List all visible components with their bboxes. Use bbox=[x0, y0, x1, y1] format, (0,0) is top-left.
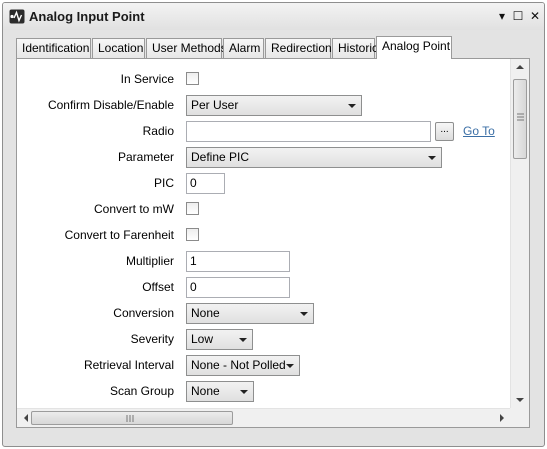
convert-to-mw-label: Convert to mW bbox=[93, 202, 174, 216]
scroll-down-icon[interactable] bbox=[516, 397, 524, 403]
dropdown-arrow-icon bbox=[300, 312, 308, 316]
analog-input-point-window: Analog Input Point ▾ ☐ ✕ Identification … bbox=[2, 2, 545, 447]
dropdown-arrow-icon bbox=[239, 338, 247, 342]
vertical-scroll-thumb[interactable] bbox=[513, 79, 527, 159]
parameter-label: Parameter bbox=[117, 150, 174, 164]
offset-input[interactable]: 0 bbox=[186, 277, 290, 298]
confirm-disable-enable-label: Confirm Disable/Enable bbox=[47, 98, 174, 112]
severity-select[interactable]: Low bbox=[186, 329, 253, 350]
scan-group-value: None bbox=[191, 384, 220, 398]
radio-browse-button[interactable]: ... bbox=[435, 122, 454, 141]
in-service-checkbox[interactable] bbox=[186, 72, 199, 85]
tab-redirection[interactable]: Redirection bbox=[265, 38, 332, 58]
app-icon bbox=[9, 9, 25, 24]
scroll-left-icon[interactable] bbox=[23, 414, 29, 422]
scroll-grip-icon bbox=[517, 113, 524, 121]
dropdown-arrow-icon bbox=[286, 364, 294, 368]
tab-user-methods[interactable]: User Methods bbox=[146, 38, 227, 58]
parameter-select[interactable]: Define PIC bbox=[186, 147, 442, 168]
maximize-icon[interactable]: ☐ bbox=[511, 8, 525, 24]
form-area: In Service Confirm Disable/Enable Per Us… bbox=[17, 59, 510, 408]
severity-value: Low bbox=[191, 332, 214, 346]
convert-to-farenheit-checkbox[interactable] bbox=[186, 228, 199, 241]
tab-identification[interactable]: Identification bbox=[16, 38, 91, 58]
retrieval-interval-value: None - Not Polled bbox=[191, 358, 286, 372]
radio-label: Radio bbox=[142, 124, 174, 138]
vertical-scrollbar[interactable] bbox=[510, 59, 529, 408]
confirm-disable-enable-value: Per User bbox=[191, 98, 239, 112]
tab-location[interactable]: Location bbox=[92, 38, 145, 58]
convert-to-farenheit-label: Convert to Farenheit bbox=[64, 228, 174, 242]
analog-point-panel: In Service Confirm Disable/Enable Per Us… bbox=[16, 58, 530, 428]
offset-label: Offset bbox=[142, 280, 174, 294]
close-icon[interactable]: ✕ bbox=[528, 8, 542, 24]
retrieval-interval-select[interactable]: None - Not Polled bbox=[186, 355, 300, 376]
title-bar[interactable]: Analog Input Point ▾ ☐ ✕ bbox=[3, 3, 544, 30]
scroll-corner bbox=[510, 408, 529, 427]
tab-historic[interactable]: Historic bbox=[332, 38, 378, 58]
scan-group-label: Scan Group bbox=[109, 384, 174, 398]
multiplier-input[interactable]: 1 bbox=[186, 251, 290, 272]
pic-label: PIC bbox=[153, 176, 174, 190]
confirm-disable-enable-select[interactable]: Per User bbox=[186, 95, 362, 116]
conversion-select[interactable]: None bbox=[186, 303, 314, 324]
dropdown-arrow-icon bbox=[348, 104, 356, 108]
scroll-up-icon[interactable] bbox=[516, 64, 524, 70]
tab-analog-point[interactable]: Analog Point bbox=[376, 36, 452, 59]
retrieval-interval-label: Retrieval Interval bbox=[83, 358, 174, 372]
multiplier-label: Multiplier bbox=[125, 254, 174, 268]
conversion-label: Conversion bbox=[113, 306, 174, 320]
horizontal-scroll-thumb[interactable] bbox=[31, 411, 233, 425]
severity-label: Severity bbox=[130, 332, 174, 346]
in-service-label: In Service bbox=[120, 72, 174, 86]
conversion-value: None bbox=[191, 306, 220, 320]
parameter-value: Define PIC bbox=[191, 150, 250, 164]
radio-input[interactable] bbox=[186, 121, 431, 142]
window-title: Analog Input Point bbox=[29, 9, 145, 24]
dropdown-arrow-icon bbox=[428, 156, 436, 160]
scroll-right-icon[interactable] bbox=[499, 414, 505, 422]
dropdown-arrow-icon bbox=[240, 390, 248, 394]
window-menu-icon[interactable]: ▾ bbox=[495, 8, 509, 24]
convert-to-mw-checkbox[interactable] bbox=[186, 202, 199, 215]
scan-group-select[interactable]: None bbox=[186, 381, 254, 402]
radio-goto-link[interactable]: Go To bbox=[463, 124, 495, 138]
scroll-grip-icon bbox=[126, 415, 134, 422]
horizontal-scrollbar[interactable] bbox=[17, 408, 510, 427]
tab-alarm[interactable]: Alarm bbox=[223, 38, 264, 58]
pic-input[interactable]: 0 bbox=[186, 173, 225, 194]
